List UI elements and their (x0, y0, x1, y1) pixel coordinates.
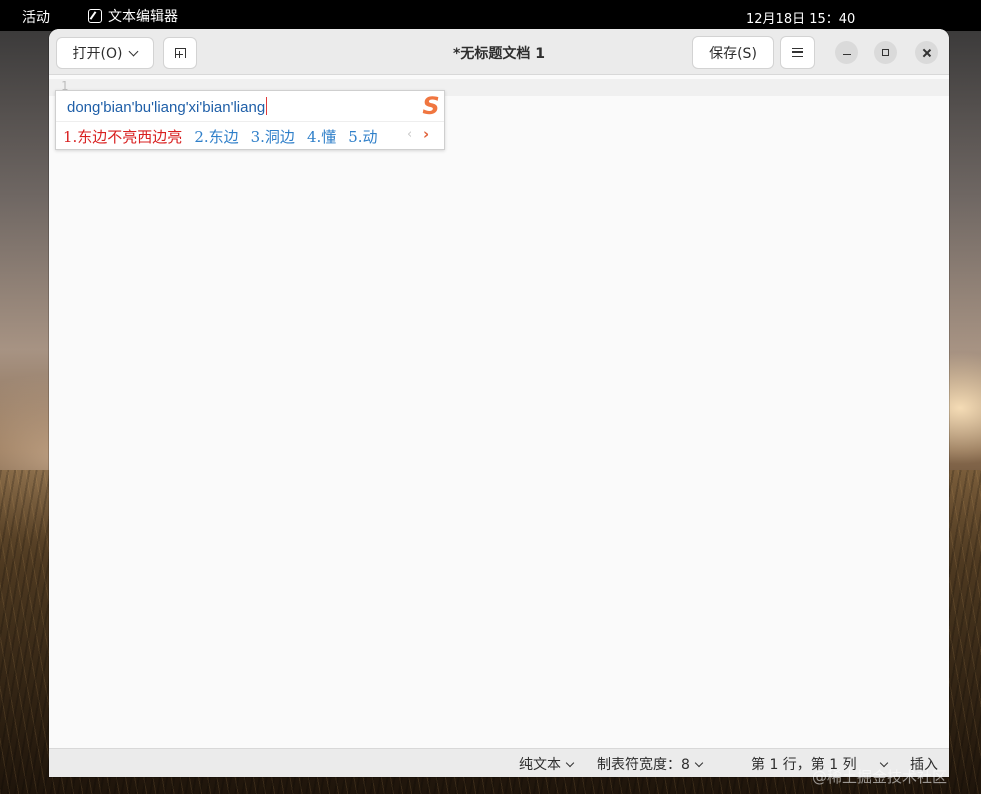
language-label: 纯文本 (519, 757, 561, 773)
chevron-down-icon (565, 758, 575, 767)
maximize-button[interactable] (874, 41, 897, 64)
maximize-icon (882, 49, 889, 56)
text-area[interactable]: 1 (49, 75, 949, 748)
new-tab-icon (174, 48, 186, 58)
ime-candidate-list: 1.东边不亮西边亮 2.东边 3.洞边 4.懂 5.动 (63, 126, 378, 147)
close-button[interactable] (915, 41, 938, 64)
open-button[interactable]: 打开(O) (56, 37, 154, 69)
editor-window: 打开(O) *无标题文档 1 保存(S) 1 dong'bian'bu'lian… (49, 29, 949, 777)
chevron-down-icon (129, 46, 139, 56)
sogou-logo-icon[interactable]: S (418, 92, 444, 120)
ime-candidate-5[interactable]: 5.动 (348, 126, 377, 147)
ime-candidate-3[interactable]: 3.洞边 (251, 126, 295, 147)
activities-button[interactable]: 活动 (22, 7, 50, 27)
ime-candidate-4[interactable]: 4.懂 (307, 126, 336, 147)
ime-candidate-1[interactable]: 1.东边不亮西边亮 (63, 126, 182, 147)
ime-pinyin-input: dong'bian'bu'liang'xi'bian'liang (67, 97, 268, 116)
ime-caret (266, 97, 268, 115)
text-editor-icon (88, 9, 102, 23)
save-button[interactable]: 保存(S) (692, 36, 774, 69)
main-menu-button[interactable] (780, 36, 815, 69)
clock[interactable]: 12月18日 15：40 (746, 8, 855, 27)
ime-candidate-popup: dong'bian'bu'liang'xi'bian'liang S 1.东边不… (55, 90, 445, 150)
tab-width-selector[interactable]: 制表符宽度：8 (597, 754, 704, 774)
save-button-label: 保存(S) (709, 45, 757, 62)
ime-pinyin-text: dong'bian'bu'liang'xi'bian'liang (67, 99, 266, 116)
window-title: *无标题文档 1 (453, 46, 545, 62)
new-tab-button[interactable] (163, 37, 197, 69)
ime-divider (56, 121, 444, 122)
header-bar: 打开(O) *无标题文档 1 保存(S) (49, 29, 949, 75)
top-bar: 活动 文本编辑器 12月18日 15：40 (0, 0, 981, 31)
tab-width-label: 制表符宽度：8 (597, 757, 690, 773)
app-name: 文本编辑器 (108, 9, 178, 25)
open-button-label: 打开(O) (72, 46, 123, 62)
ime-candidate-2[interactable]: 2.东边 (194, 126, 238, 147)
minimize-icon (842, 53, 851, 56)
language-selector[interactable]: 纯文本 (519, 754, 575, 774)
app-menu[interactable]: 文本编辑器 (88, 6, 178, 26)
hamburger-menu-icon (792, 48, 803, 57)
ime-next-page-icon[interactable]: › (423, 125, 429, 143)
chevron-down-icon (694, 758, 704, 767)
minimize-button[interactable] (835, 41, 858, 64)
watermark: @稀土掘金技术社区 (812, 768, 948, 786)
close-icon (922, 48, 932, 58)
ime-prev-page-icon[interactable]: ‹ (407, 127, 412, 142)
